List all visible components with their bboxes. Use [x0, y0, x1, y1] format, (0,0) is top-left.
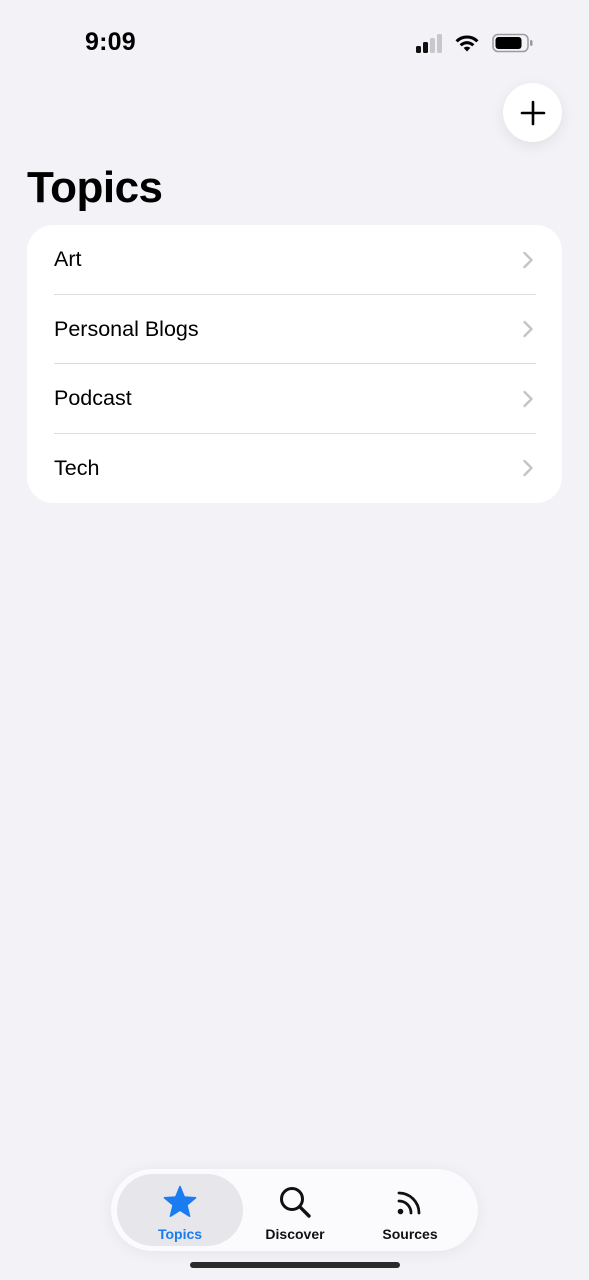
status-time: 9:09: [85, 28, 136, 56]
rss-icon: [392, 1184, 428, 1220]
chevron-right-icon: [523, 321, 533, 338]
status-icons: [416, 33, 534, 53]
page-title: Topics: [27, 163, 163, 212]
tab-label: Sources: [382, 1226, 438, 1242]
topic-label: Tech: [54, 455, 100, 480]
star-icon: [162, 1184, 198, 1220]
topic-label: Art: [54, 247, 82, 272]
tab-label: Topics: [157, 1226, 203, 1242]
topic-row-personal-blogs[interactable]: Personal Blogs: [27, 295, 562, 364]
status-bar: 9:09: [0, 0, 589, 80]
topic-row-art[interactable]: Art: [27, 225, 562, 295]
topic-label: Personal Blogs: [54, 316, 199, 341]
search-icon: [277, 1184, 313, 1220]
cellular-signal-icon: [416, 33, 442, 53]
battery-icon: [492, 33, 534, 53]
topic-list: Art Personal Blogs Podcast Tech: [27, 225, 562, 503]
home-indicator: [190, 1262, 400, 1268]
topic-label: Podcast: [54, 386, 132, 411]
topic-row-podcast[interactable]: Podcast: [27, 364, 562, 434]
wifi-icon: [454, 34, 480, 53]
tab-discover[interactable]: Discover: [232, 1174, 358, 1246]
chevron-right-icon: [523, 251, 533, 268]
tab-label: Discover: [265, 1226, 325, 1242]
chevron-right-icon: [523, 460, 533, 477]
tab-topics[interactable]: Topics: [117, 1174, 243, 1246]
tab-sources[interactable]: Sources: [347, 1174, 473, 1246]
tab-bar: Topics Discover Sources: [111, 1169, 478, 1251]
topic-row-tech[interactable]: Tech: [27, 434, 562, 504]
chevron-right-icon: [523, 390, 533, 407]
add-topic-button[interactable]: [503, 83, 562, 142]
plus-icon: [520, 100, 545, 125]
